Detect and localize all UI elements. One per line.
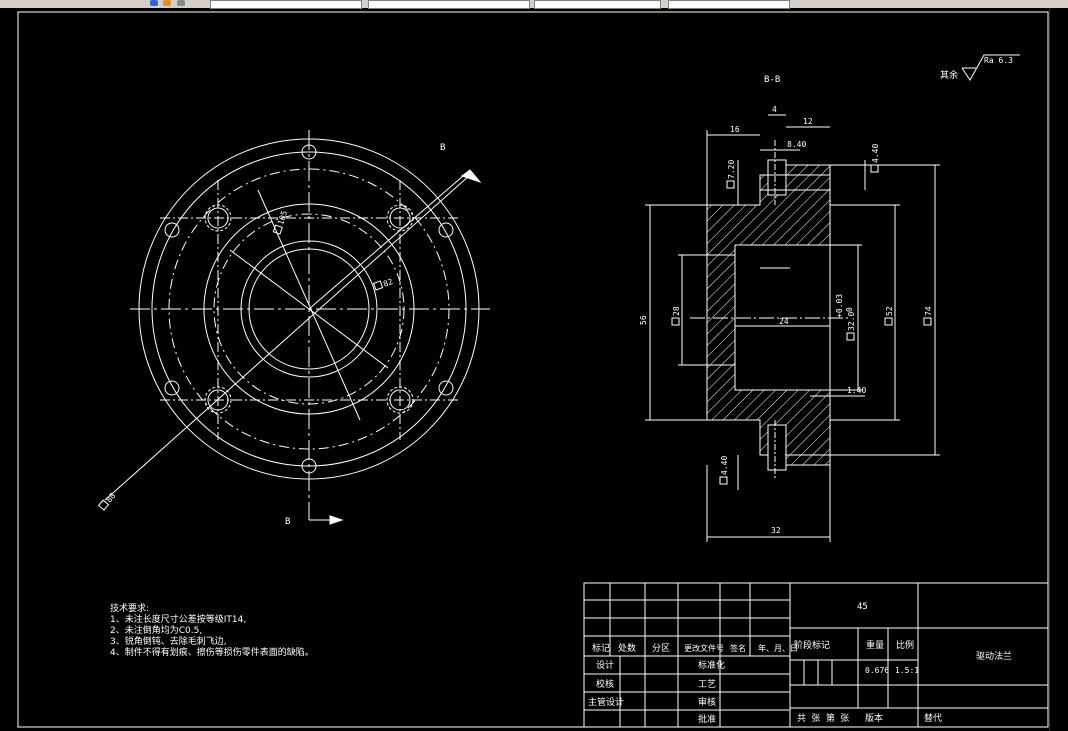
tech-item-1: 1、未注长度尺寸公差按等级IT14, (110, 615, 247, 625)
tb-check: 校核 (596, 678, 614, 690)
dim-24: 24 (779, 317, 789, 326)
tb-version: 版本 (865, 712, 883, 724)
tb-weight: 0.676 (865, 666, 889, 675)
dim-82: 82 (372, 277, 394, 291)
svg-text:32.0: 32.0 (847, 312, 856, 331)
dim-12: 12 (803, 117, 813, 126)
svg-text:74: 74 (924, 306, 933, 316)
dim-4: 4 (772, 105, 777, 114)
section-label: B-B (764, 75, 780, 85)
svg-text:4.40: 4.40 (871, 144, 880, 163)
svg-text:105: 105 (276, 209, 289, 226)
dim-28: 28 (671, 306, 681, 326)
tb-process: 工艺 (698, 679, 716, 690)
front-view (104, 130, 490, 525)
tb-header-zone: 分区 (652, 643, 670, 654)
svg-text:82: 82 (382, 277, 394, 289)
dim-52: 52 (884, 306, 894, 326)
cut-label-bottom: B (285, 517, 290, 527)
svg-text:7.20: 7.20 (727, 160, 736, 179)
tb-header-date: 年、月、日 (758, 643, 798, 653)
tb-review: 审核 (698, 696, 716, 708)
tb-approve: 批准 (698, 713, 716, 725)
dim-tol: +0.03 (835, 294, 844, 318)
tb-design: 设计 (596, 659, 614, 671)
dim-tol0: 0 (845, 307, 854, 312)
tech-item-4: 4、制件不得有划痕、擦伤等损伤零件表面的缺陷。 (110, 648, 314, 658)
dim-4-40-bottom: 4.40 (719, 456, 729, 485)
dim-8-40: 8.40 (787, 140, 806, 149)
tb-header-count: 处数 (618, 642, 636, 654)
tb-header-sign: 签名 (730, 643, 746, 653)
tb-stage-mark: 阶段标记 (794, 639, 830, 651)
tb-weight-label: 重量 (866, 639, 884, 651)
cut-label-top: B (440, 143, 445, 153)
dim-88: 88 (97, 491, 118, 511)
dim-32-0: 32.0 (846, 312, 856, 341)
dim-1-40: 1.40 (847, 386, 866, 395)
section-view (645, 114, 940, 542)
dim-7-20: 7.20 (726, 160, 736, 189)
dim-74: 74 (923, 306, 933, 326)
tb-material: 45 (857, 602, 868, 612)
technical-requirements: 技术要求: 1、未注长度尺寸公差按等级IT14, 2、未注倒角均为C0.5, 3… (110, 604, 314, 659)
roughness-prefix: 其余 (940, 69, 958, 81)
tb-chief: 主管设计 (588, 696, 624, 708)
roughness-value: Ra 6.3 (984, 56, 1013, 65)
svg-text:52: 52 (885, 306, 894, 316)
dim-16: 16 (730, 125, 740, 134)
tech-item-2: 2、未注倒角均为C0.5, (110, 626, 203, 636)
tb-standardize: 标准化 (698, 659, 725, 671)
tech-title: 技术要求: (110, 604, 150, 614)
tb-replace: 替代 (924, 712, 942, 724)
svg-text:28: 28 (672, 306, 681, 316)
dim-32: 32 (771, 526, 781, 535)
tb-part-name: 驱动法兰 (976, 650, 1012, 662)
tech-item-3: 3、锐角倒钝、去除毛刺飞边, (110, 637, 227, 647)
dim-4-40-top: 4.40 (870, 144, 880, 173)
tb-sheet-info: 共 张 第 张 (797, 712, 849, 724)
tb-header-file: 更改文件号 (684, 643, 724, 653)
dim-56: 56 (639, 315, 648, 325)
tb-scale-label: 比例 (896, 639, 914, 651)
tb-header-mark: 标记 (592, 642, 610, 654)
svg-text:4.40: 4.40 (720, 456, 729, 475)
tb-scale: 1.5:1 (895, 666, 919, 675)
